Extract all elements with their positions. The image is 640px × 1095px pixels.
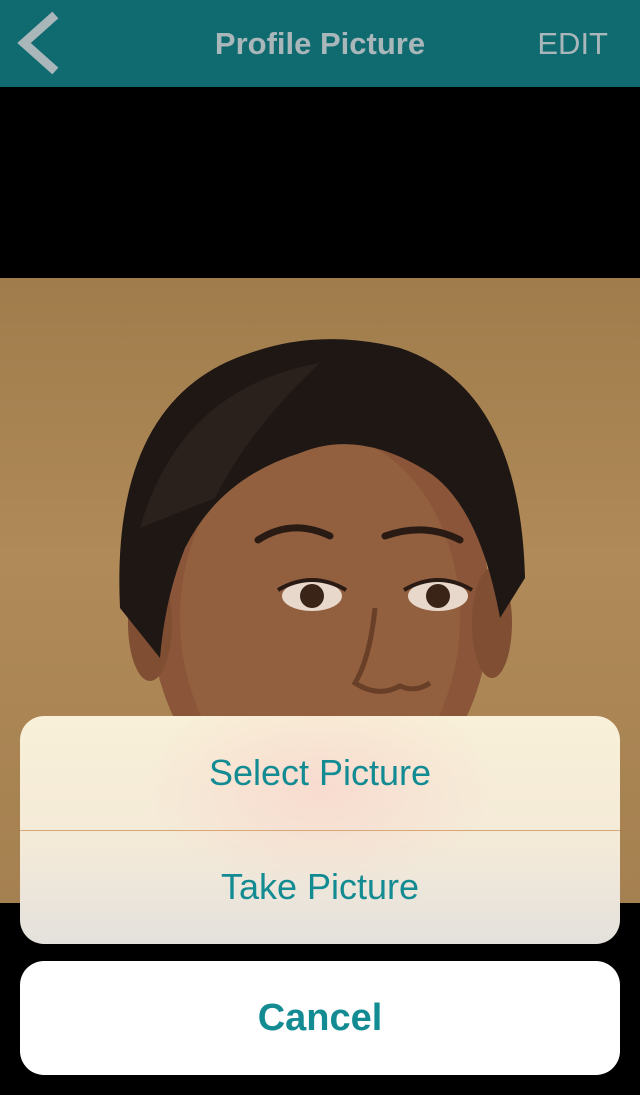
select-picture-button[interactable]: Select Picture xyxy=(20,716,620,830)
navigation-bar: Profile Picture EDIT xyxy=(0,0,640,87)
edit-button[interactable]: EDIT xyxy=(537,0,608,87)
back-button[interactable] xyxy=(10,8,70,78)
take-picture-button[interactable]: Take Picture xyxy=(20,830,620,944)
action-sheet: Select Picture Take Picture xyxy=(20,716,620,944)
cancel-button[interactable]: Cancel xyxy=(20,961,620,1075)
chevron-left-icon xyxy=(17,11,59,75)
